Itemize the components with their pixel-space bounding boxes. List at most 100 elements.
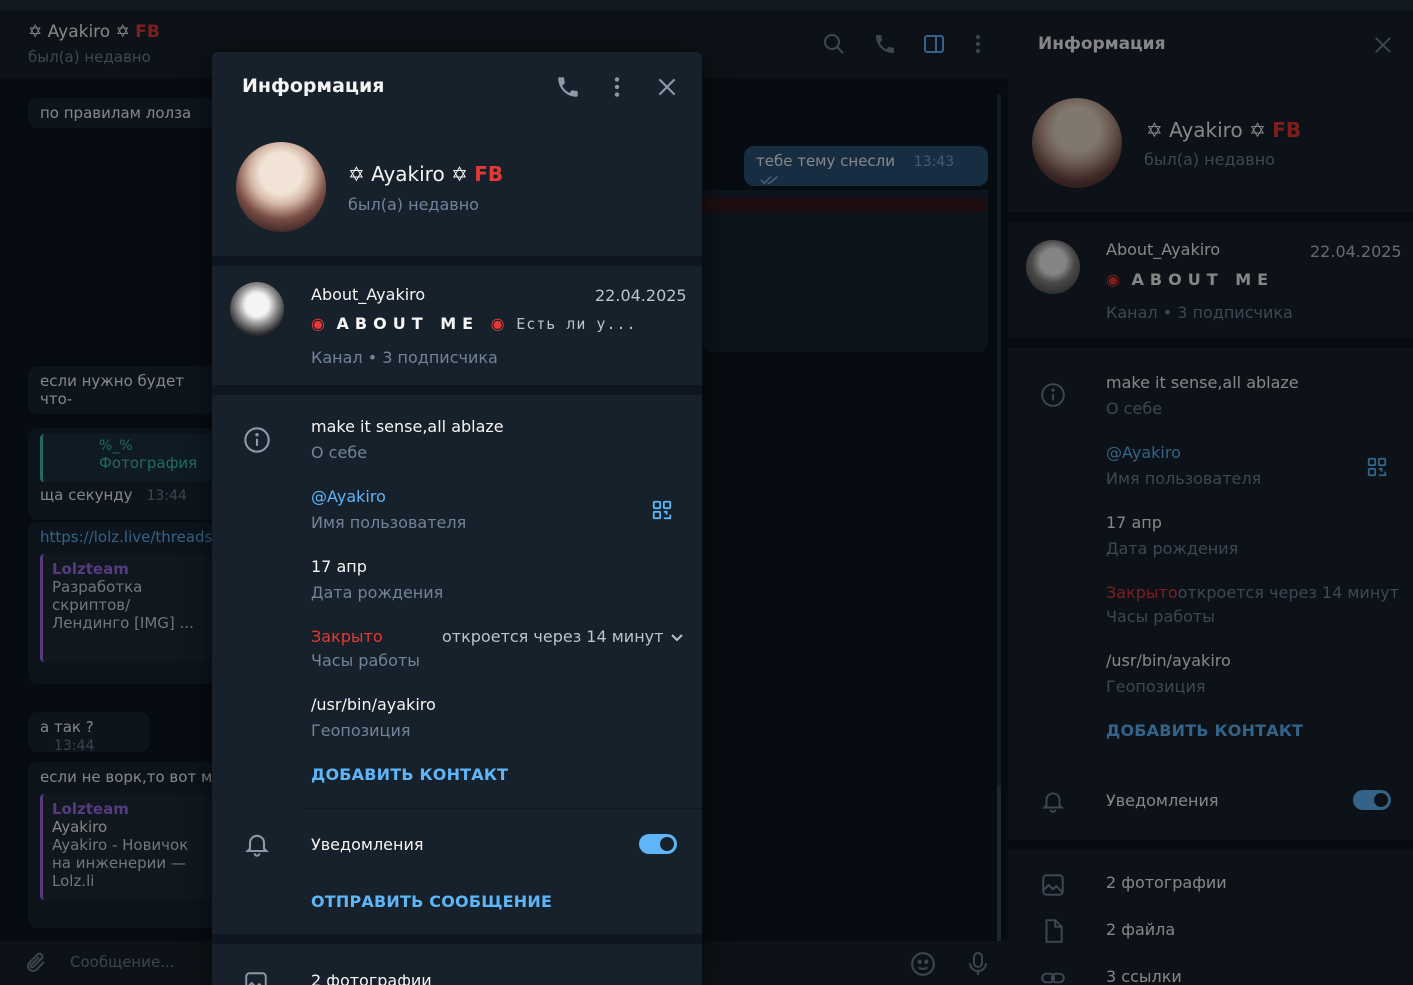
hours-row[interactable]: Закрытооткроется через 14 минут bbox=[1106, 583, 1399, 602]
qr-code-icon[interactable] bbox=[1366, 456, 1388, 478]
channel-date: 22.04.2025 bbox=[595, 286, 687, 305]
link-icon bbox=[1041, 972, 1065, 984]
notifications-label: Уведомления bbox=[1106, 791, 1219, 810]
message-text: а так ? bbox=[40, 718, 94, 736]
notifications-toggle[interactable] bbox=[1353, 790, 1391, 810]
channel-preview-title: ABOUT ME bbox=[336, 314, 480, 333]
add-contact-button[interactable]: ДОБАВИТЬ КОНТАКТ bbox=[311, 765, 508, 784]
channel-date: 22.04.2025 bbox=[1310, 242, 1402, 261]
check-badge-icon: ◉ bbox=[311, 314, 325, 333]
more-vertical-icon[interactable] bbox=[966, 32, 990, 56]
chat-status: был(а) недавно bbox=[28, 48, 151, 66]
channel-name[interactable]: About_Ayakiro bbox=[1106, 240, 1220, 259]
chat-scrollbar-thumb[interactable] bbox=[997, 785, 1001, 950]
section-divider bbox=[212, 385, 702, 395]
bell-icon bbox=[1041, 792, 1065, 813]
message-bubble[interactable]: %_% Фотография ща секунду 13:44 bbox=[28, 428, 223, 520]
channel-preview: ◉ ABOUT ME ◉ Есть ли у... bbox=[311, 314, 637, 333]
hours-expander[interactable]: откроется через 14 минут bbox=[442, 627, 683, 646]
bio-value: make it sense,all ablaze bbox=[1106, 373, 1299, 392]
dialog-title: Информация bbox=[242, 75, 385, 97]
add-contact-button[interactable]: ДОБАВИТЬ КОНТАКТ bbox=[1106, 721, 1303, 740]
emoji-icon[interactable] bbox=[910, 951, 936, 977]
file-icon bbox=[1045, 919, 1063, 943]
hours-status: Закрыто bbox=[311, 627, 383, 646]
star-glyph: ✡ bbox=[348, 162, 365, 186]
row-divider bbox=[300, 808, 702, 809]
channel-meta: Канал • 3 подписчика bbox=[1106, 303, 1293, 322]
title-bar bbox=[0, 0, 1413, 10]
channel-meta: Канал • 3 подписчика bbox=[311, 348, 498, 367]
close-icon[interactable] bbox=[1372, 34, 1394, 56]
message-time: 13:44 bbox=[146, 488, 187, 504]
sidebar-toggle-icon[interactable] bbox=[922, 32, 946, 56]
channel-avatar[interactable] bbox=[1026, 240, 1080, 294]
phone-icon[interactable] bbox=[873, 32, 897, 56]
section-divider bbox=[1008, 212, 1413, 222]
photo-icon bbox=[245, 972, 267, 985]
hours-label: Часы работы bbox=[311, 651, 420, 670]
attach-icon[interactable] bbox=[24, 951, 48, 975]
link-preview-site: Lolzteam bbox=[52, 800, 129, 818]
profile-name: ✡ Ayakiro ✡ FB bbox=[348, 162, 503, 186]
channel-name[interactable]: About_Ayakiro bbox=[311, 285, 425, 304]
message-bubble[interactable]: а так ? 13:44 bbox=[28, 712, 150, 754]
fb-badge: FB bbox=[474, 162, 504, 186]
search-icon[interactable] bbox=[822, 32, 846, 56]
profile-name: ✡ Ayakiro ✡ FB bbox=[1146, 118, 1301, 142]
username-value[interactable]: @Ayakiro bbox=[1106, 443, 1181, 462]
bio-value: make it sense,all ablaze bbox=[311, 417, 504, 436]
screenshot-attachment[interactable] bbox=[702, 190, 988, 352]
close-icon[interactable] bbox=[654, 74, 680, 100]
send-message-button[interactable]: ОТПРАВИТЬ СООБЩЕНИЕ bbox=[311, 892, 552, 911]
star-glyph: ✡ bbox=[1249, 118, 1266, 142]
username-label: Имя пользователя bbox=[311, 513, 467, 532]
location-value: /usr/bin/ayakiro bbox=[311, 695, 436, 714]
profile-name-text: Ayakiro bbox=[1169, 118, 1243, 142]
message-bubble[interactable]: https://lolz.live/threads Lolzteam Разра… bbox=[28, 522, 223, 684]
username-label: Имя пользователя bbox=[1106, 469, 1262, 488]
profile-avatar[interactable] bbox=[1032, 98, 1122, 188]
message-link[interactable]: https://lolz.live/threads bbox=[40, 528, 212, 546]
message-bubble[interactable]: по правилам лолза bbox=[28, 98, 223, 128]
link-preview-site: Lolzteam bbox=[52, 560, 129, 578]
info-icon bbox=[1041, 383, 1065, 407]
link-preview[interactable]: Lolzteam Ayakiro Ayakiro - Новичок на ин… bbox=[40, 794, 211, 900]
message-text: если не ворк,то вот мо bbox=[40, 768, 222, 786]
reply-title: %_% bbox=[99, 438, 133, 454]
media-photos[interactable]: 2 фотографии bbox=[311, 971, 432, 985]
check-badge-icon: ◉ bbox=[490, 314, 505, 333]
chevron-down-icon bbox=[670, 633, 683, 641]
media-links[interactable]: 3 ссылки bbox=[1106, 967, 1182, 985]
message-text: по правилам лолза bbox=[40, 104, 192, 122]
profile-avatar[interactable] bbox=[236, 142, 326, 232]
channel-preview: ◉ ABOUT ME bbox=[1106, 270, 1274, 289]
star-glyph: ✡ bbox=[1146, 118, 1163, 142]
info-dialog: Информация ✡ Ayakiro ✡ FB был(а) недавно… bbox=[212, 52, 702, 985]
profile-status: был(а) недавно bbox=[1144, 150, 1275, 169]
hours-note: откроется через 14 минут bbox=[1177, 583, 1400, 602]
channel-avatar[interactable] bbox=[230, 282, 284, 336]
reply-preview[interactable]: %_% Фотография bbox=[40, 434, 211, 482]
notifications-toggle[interactable] bbox=[639, 834, 677, 854]
link-preview-text: Разработка скриптов/Лендинго [IMG] ... bbox=[52, 578, 194, 632]
qr-code-icon[interactable] bbox=[651, 499, 673, 521]
media-files[interactable]: 2 файла bbox=[1106, 920, 1175, 939]
hours-note: откроется через 14 минут bbox=[442, 627, 664, 646]
microphone-icon[interactable] bbox=[966, 951, 990, 977]
message-bubble-outgoing[interactable]: тебе тему снесли 13:43 bbox=[744, 146, 988, 186]
username-value[interactable]: @Ayakiro bbox=[311, 487, 386, 506]
more-vertical-icon[interactable] bbox=[604, 74, 630, 100]
attachment-preview-bar bbox=[702, 198, 988, 212]
right-panel-title: Информация bbox=[1038, 34, 1166, 54]
location-label: Геопозиция bbox=[311, 721, 411, 740]
section-divider bbox=[212, 256, 702, 266]
link-preview[interactable]: Lolzteam Разработка скриптов/Лендинго [I… bbox=[40, 554, 211, 662]
message-bubble[interactable]: если не ворк,то вот мо Lolzteam Ayakiro … bbox=[28, 762, 223, 928]
message-bubble[interactable]: если нужно будет что- bbox=[28, 366, 223, 414]
message-time: 13:43 bbox=[913, 154, 955, 170]
message-input[interactable]: Сообщение... bbox=[70, 953, 175, 971]
birthday-label: Дата рождения bbox=[311, 583, 444, 602]
phone-icon[interactable] bbox=[555, 74, 581, 100]
media-photos[interactable]: 2 фотографии bbox=[1106, 873, 1227, 892]
